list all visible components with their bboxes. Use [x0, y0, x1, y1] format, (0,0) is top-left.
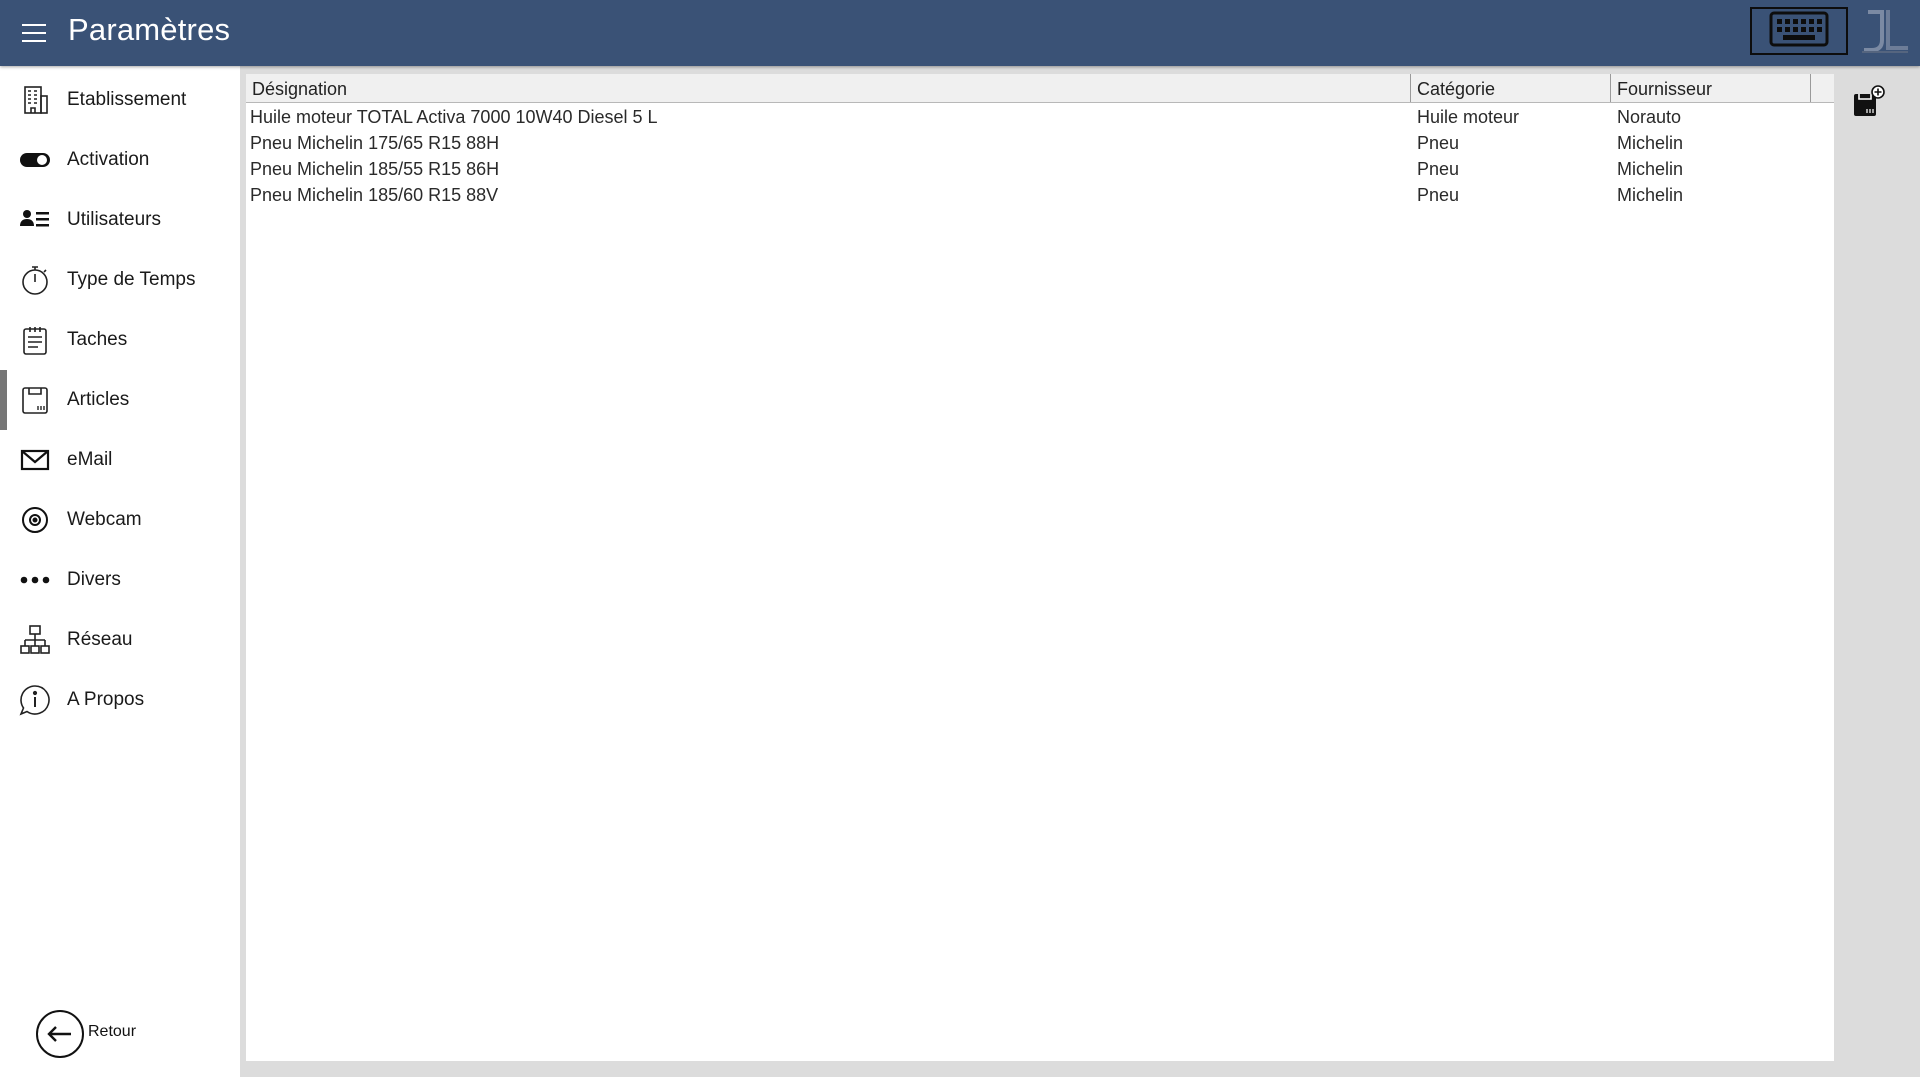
table-row[interactable]: Pneu Michelin 185/60 R15 88V Pneu Michel… [246, 182, 1834, 208]
table-row[interactable]: Pneu Michelin 175/65 R15 88H Pneu Michel… [246, 130, 1834, 156]
cell-designation: Pneu Michelin 185/55 R15 86H [250, 159, 500, 179]
sidebar-item-label: Réseau [67, 629, 133, 650]
sidebar-item-webcam[interactable]: Webcam [0, 490, 240, 550]
webcam-icon [19, 504, 51, 536]
building-icon [19, 84, 51, 116]
cell-categorie: Pneu [1417, 159, 1460, 179]
sidebar-item-label: Utilisateurs [67, 209, 161, 230]
cell-categorie: Pneu [1417, 185, 1460, 205]
page-title: Paramètres [68, 12, 231, 47]
keyboard-icon [1769, 11, 1829, 52]
sidebar-item-label: Articles [67, 389, 130, 410]
sidebar-item-articles[interactable]: Articles [0, 370, 240, 430]
cell-categorie: Pneu [1417, 133, 1460, 153]
toggle-switch-icon [19, 144, 51, 176]
cell-categorie: Huile moteur [1417, 107, 1520, 127]
back-label: Retour [88, 1023, 137, 1040]
main-content: Désignation Catégorie Fournisseur Huile … [240, 66, 1920, 1077]
arrow-left-icon [36, 1010, 84, 1058]
sidebar-item-label: Taches [67, 329, 128, 350]
sidebar-item-label: Webcam [67, 509, 142, 530]
selection-indicator [0, 370, 7, 430]
sidebar-item-label: Etablissement [67, 89, 187, 110]
cell-fournisseur: Michelin [1617, 185, 1684, 205]
keyboard-button[interactable] [1750, 7, 1848, 55]
cell-designation: Huile moteur TOTAL Activa 7000 10W40 Die… [250, 107, 658, 127]
cell-fournisseur: Michelin [1617, 159, 1684, 179]
sidebar-item-a-propos[interactable]: A Propos [0, 670, 240, 730]
cell-fournisseur: Michelin [1617, 133, 1684, 153]
cell-designation: Pneu Michelin 185/60 R15 88V [250, 185, 499, 205]
info-bubble-icon [19, 684, 51, 716]
sidebar-item-label: eMail [67, 449, 113, 470]
sidebar-item-label: Activation [67, 149, 150, 170]
company-logo [1858, 6, 1912, 56]
back-button[interactable]: Retour [36, 1010, 146, 1060]
column-header-designation[interactable]: Désignation [246, 74, 1411, 102]
column-header-categorie[interactable]: Catégorie [1411, 74, 1611, 102]
add-article-button[interactable] [1852, 84, 1886, 120]
cell-designation: Pneu Michelin 175/65 R15 88H [250, 133, 500, 153]
stopwatch-icon [19, 264, 51, 296]
envelope-icon [19, 444, 51, 476]
articles-table: Désignation Catégorie Fournisseur Huile … [246, 74, 1834, 1061]
table-row[interactable]: Pneu Michelin 185/55 R15 86H Pneu Michel… [246, 156, 1834, 182]
more-dots-icon [19, 564, 51, 596]
network-icon [19, 624, 51, 656]
sidebar-item-email[interactable]: eMail [0, 430, 240, 490]
add-article-icon [1852, 85, 1886, 124]
cell-fournisseur: Norauto [1617, 107, 1682, 127]
sidebar-item-utilisateurs[interactable]: Utilisateurs [0, 190, 240, 250]
top-app-bar: Paramètres [0, 0, 1920, 66]
table-body: Huile moteur TOTAL Activa 7000 10W40 Die… [246, 104, 1834, 208]
article-box-icon [19, 384, 51, 416]
column-header-fournisseur[interactable]: Fournisseur [1611, 74, 1811, 102]
table-header: Désignation Catégorie Fournisseur [246, 74, 1834, 103]
settings-sidebar: Etablissement Activation Utilisateurs Ty… [0, 66, 240, 1077]
clipboard-list-icon [19, 324, 51, 356]
hamburger-menu-icon[interactable] [20, 18, 50, 48]
sidebar-item-etablissement[interactable]: Etablissement [0, 70, 240, 130]
sidebar-item-label: Type de Temps [67, 269, 196, 290]
sidebar-item-reseau[interactable]: Réseau [0, 610, 240, 670]
sidebar-item-activation[interactable]: Activation [0, 130, 240, 190]
sidebar-item-taches[interactable]: Taches [0, 310, 240, 370]
sidebar-item-type-de-temps[interactable]: Type de Temps [0, 250, 240, 310]
table-row[interactable]: Huile moteur TOTAL Activa 7000 10W40 Die… [246, 104, 1834, 130]
users-list-icon [19, 204, 51, 236]
sidebar-item-divers[interactable]: Divers [0, 550, 240, 610]
sidebar-item-label: A Propos [67, 689, 145, 710]
sidebar-item-label: Divers [67, 569, 121, 590]
